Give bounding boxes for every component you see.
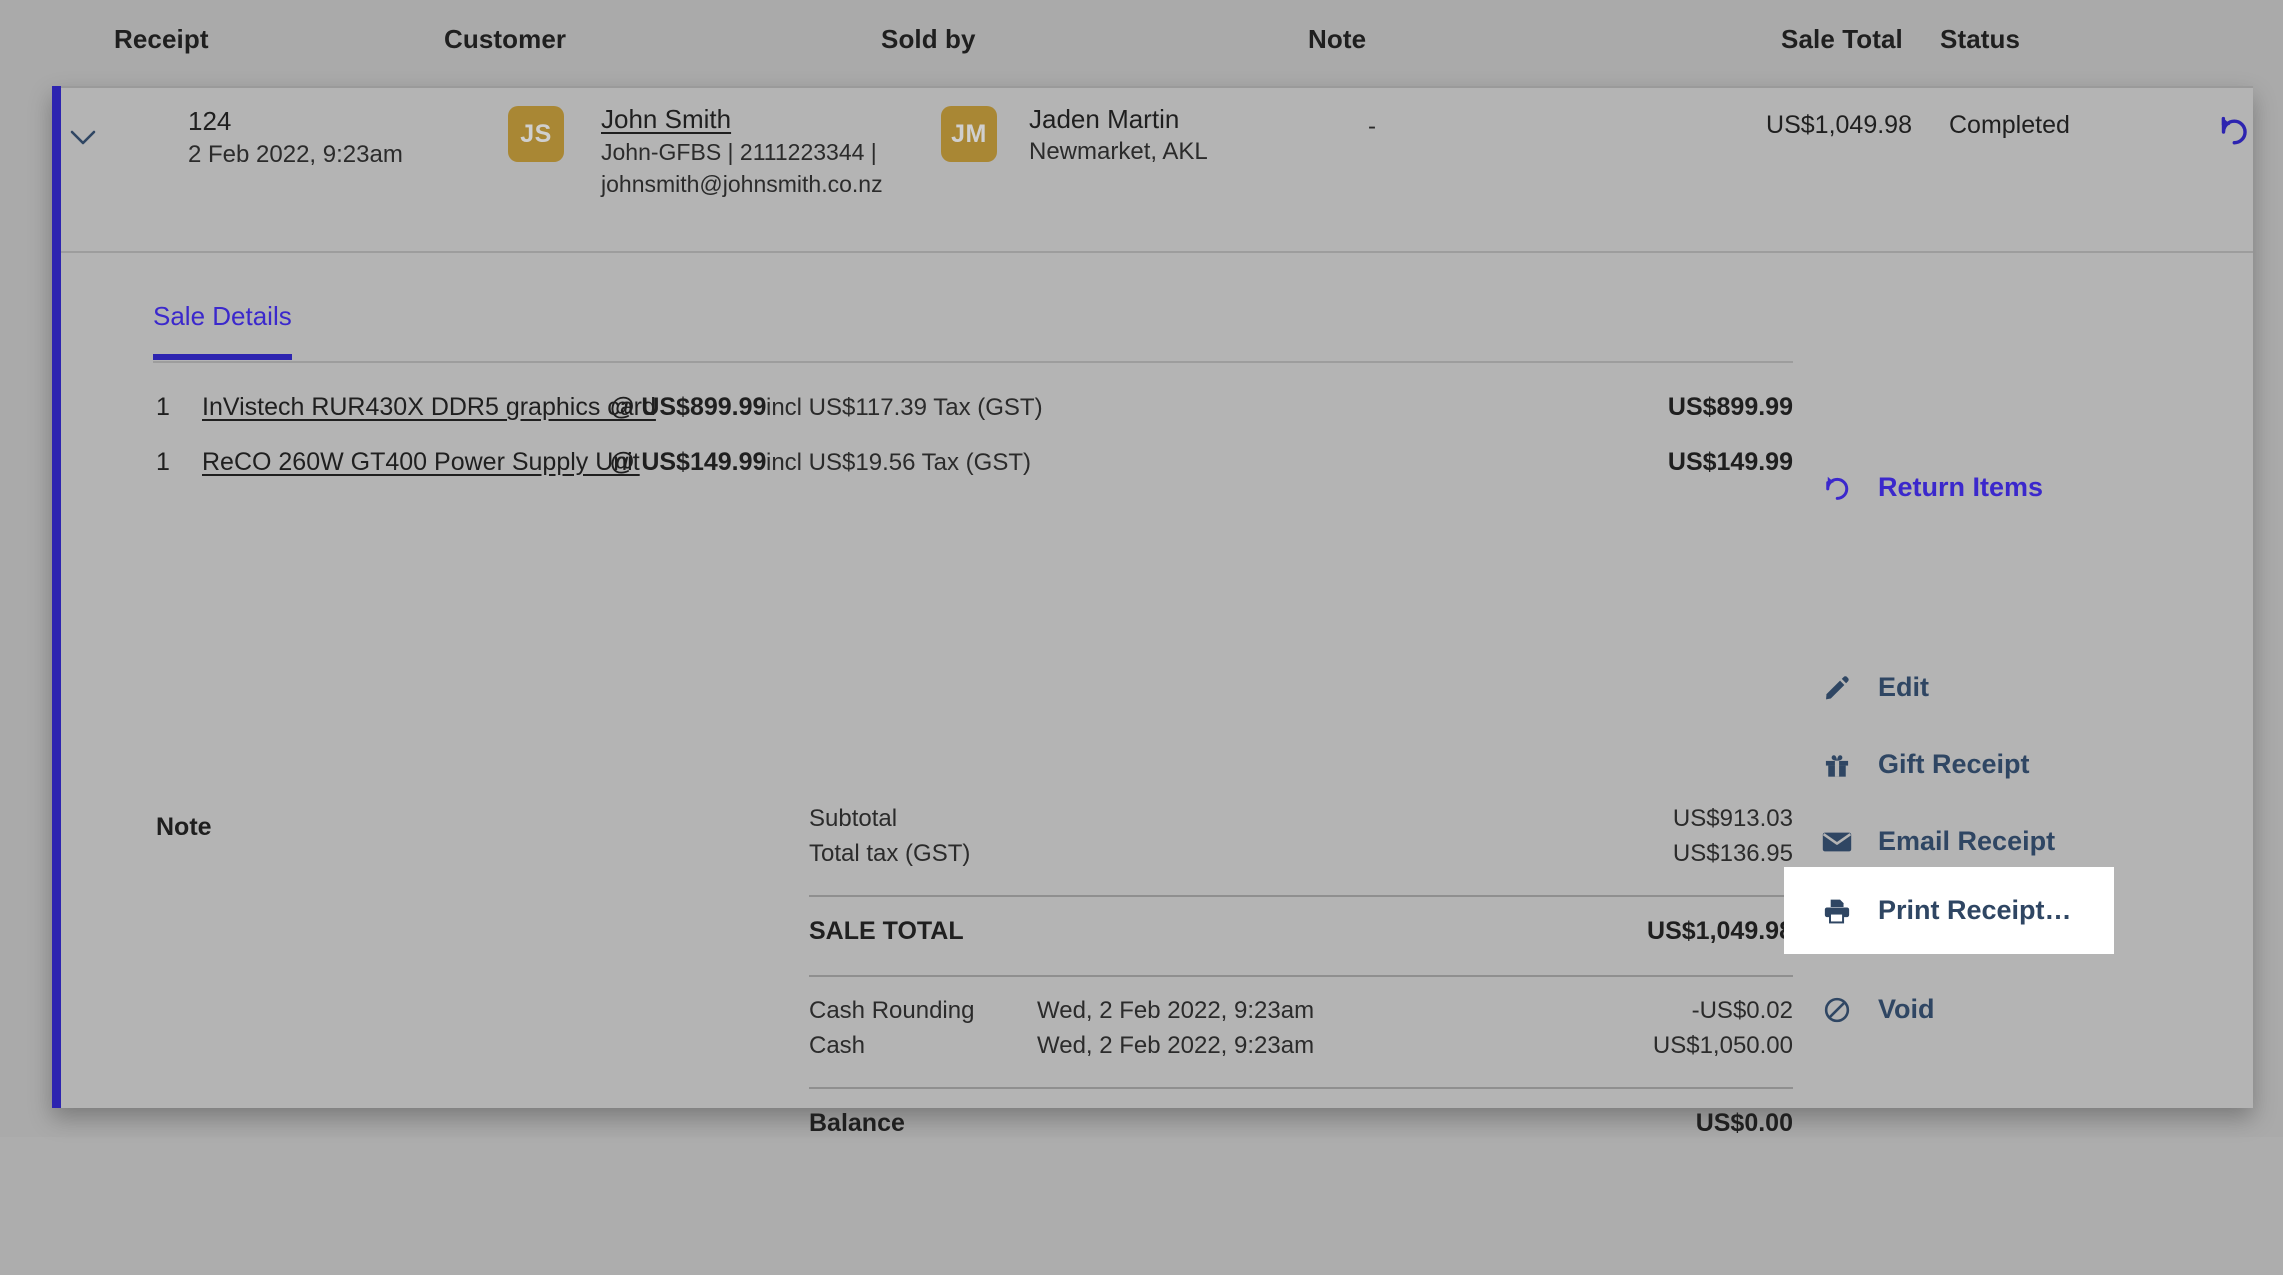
- line-item-row: 1 ReCO 260W GT400 Power Supply Unit @ US…: [153, 448, 1793, 503]
- return-arrow-icon: [1822, 473, 1852, 503]
- line-item-unit-price: @ US$899.99: [610, 393, 766, 422]
- sold-by-avatar: JM: [941, 106, 997, 162]
- tab-sale-details[interactable]: Sale Details: [153, 301, 292, 360]
- note-section-label: Note: [156, 813, 212, 842]
- void-button[interactable]: Void: [1784, 980, 2114, 1039]
- line-item-tax: incl US$117.39 Tax (GST): [766, 394, 1043, 422]
- sold-by-cell: Jaden Martin Newmarket, AKL: [1029, 102, 1208, 168]
- customer-meta-line-2: johnsmith@johnsmith.co.nz: [601, 168, 921, 200]
- sold-by-name: Jaden Martin: [1029, 102, 1208, 136]
- receipt-number: 124: [188, 104, 403, 138]
- card-accent-bar: [52, 86, 61, 1108]
- line-item-unit-price: @ US$149.99: [610, 448, 766, 477]
- tab-bar: Sale Details: [153, 301, 1793, 363]
- column-header-receipt: Receipt: [114, 24, 209, 55]
- print-receipt-label: Print Receipt…: [1878, 895, 2072, 926]
- edit-button[interactable]: Edit: [1784, 658, 2114, 717]
- email-receipt-label: Email Receipt: [1878, 826, 2055, 857]
- gift-receipt-label: Gift Receipt: [1878, 749, 2030, 780]
- subtotal-label: Subtotal: [809, 805, 897, 833]
- line-item-tax: incl US$19.56 Tax (GST): [766, 449, 1031, 477]
- payment-label: Cash: [809, 1032, 865, 1060]
- payment-label: Cash Rounding: [809, 997, 974, 1025]
- void-label: Void: [1878, 994, 1935, 1025]
- line-items-list: 1 InVistech RUR430X DDR5 graphics card @…: [153, 393, 1793, 503]
- table-column-headers: Receipt Customer Sold by Note Sale Total…: [0, 0, 2283, 84]
- customer-name-link[interactable]: John Smith: [601, 102, 921, 136]
- gift-receipt-button[interactable]: Gift Receipt: [1784, 735, 2114, 794]
- payment-row: Cash Wed, 2 Feb 2022, 9:23am US$1,050.00: [809, 1032, 1793, 1067]
- customer-avatar: JS: [508, 106, 564, 162]
- sale-actions-menu: Return Items Edit: [1784, 420, 2253, 1275]
- gift-icon: [1822, 750, 1852, 780]
- column-header-sold-by: Sold by: [881, 24, 976, 55]
- line-item-row: 1 InVistech RUR430X DDR5 graphics card @…: [153, 393, 1793, 448]
- sale-total-label: SALE TOTAL: [809, 917, 964, 946]
- sale-total-row: SALE TOTAL US$1,049.98: [809, 917, 1793, 955]
- balance-divider: [809, 1087, 1793, 1089]
- return-arrow-icon[interactable]: [2213, 110, 2255, 152]
- expanded-sale-card: 124 2 Feb 2022, 9:23am JS John Smith Joh…: [52, 86, 2253, 1108]
- sale-summary-row[interactable]: 124 2 Feb 2022, 9:23am JS John Smith Joh…: [61, 86, 2253, 174]
- line-item-name-link[interactable]: ReCO 260W GT400 Power Supply Unit: [202, 448, 640, 477]
- payment-when: Wed, 2 Feb 2022, 9:23am: [1037, 997, 1314, 1025]
- balance-value: US$0.00: [1696, 1109, 1793, 1138]
- column-header-note: Note: [1308, 24, 1366, 55]
- printer-icon: [1822, 896, 1852, 926]
- line-item-name-link[interactable]: InVistech RUR430X DDR5 graphics card: [202, 393, 656, 422]
- customer-cell: John Smith John-GFBS | 2111223344 | john…: [601, 102, 921, 200]
- note-cell: -: [1368, 113, 1376, 141]
- receipt-date: 2 Feb 2022, 9:23am: [188, 138, 403, 172]
- payment-amount: US$1,050.00: [1653, 1032, 1793, 1060]
- totals-divider: [809, 895, 1793, 897]
- subtotal-value: US$913.03: [1673, 805, 1793, 833]
- pencil-icon: [1822, 673, 1852, 703]
- edit-label: Edit: [1878, 672, 1929, 703]
- status-cell: Completed: [1949, 111, 2070, 140]
- total-tax-value: US$136.95: [1673, 840, 1793, 868]
- email-receipt-button[interactable]: Email Receipt: [1784, 812, 2114, 871]
- column-header-status: Status: [1940, 24, 2020, 55]
- total-tax-label: Total tax (GST): [809, 840, 970, 868]
- line-item-qty: 1: [156, 393, 170, 422]
- receipt-cell: 124 2 Feb 2022, 9:23am: [188, 104, 403, 172]
- subtotal-row: Subtotal US$913.03: [809, 805, 1793, 840]
- return-items-label: Return Items: [1878, 472, 2043, 503]
- column-header-sale-total: Sale Total: [1781, 24, 1903, 55]
- payment-row: Cash Rounding Wed, 2 Feb 2022, 9:23am -U…: [809, 997, 1793, 1032]
- line-item-qty: 1: [156, 448, 170, 477]
- sale-details-panel: Sale Details 1 InVistech RUR430X DDR5 gr…: [61, 253, 2253, 1108]
- balance-label: Balance: [809, 1109, 905, 1138]
- receipts-page: Receipt Customer Sold by Note Sale Total…: [0, 0, 2283, 1137]
- payment-amount: -US$0.02: [1692, 997, 1793, 1025]
- total-tax-row: Total tax (GST) US$136.95: [809, 840, 1793, 875]
- totals-section: Subtotal US$913.03 Total tax (GST) US$13…: [809, 805, 1793, 1147]
- customer-meta-line-1: John-GFBS | 2111223344 |: [601, 136, 921, 168]
- balance-row: Balance US$0.00: [809, 1109, 1793, 1147]
- column-header-customer: Customer: [444, 24, 566, 55]
- payments-divider-top: [809, 975, 1793, 977]
- print-receipt-button[interactable]: Print Receipt…: [1784, 867, 2114, 954]
- prohibited-icon: [1822, 995, 1852, 1025]
- sold-by-location: Newmarket, AKL: [1029, 136, 1208, 168]
- line-item-total: US$149.99: [1668, 448, 1793, 477]
- chevron-down-icon[interactable]: [65, 120, 101, 156]
- sale-total-value: US$1,049.98: [1647, 917, 1793, 946]
- return-items-button[interactable]: Return Items: [1784, 458, 2114, 517]
- payment-when: Wed, 2 Feb 2022, 9:23am: [1037, 1032, 1314, 1060]
- line-item-total: US$899.99: [1668, 393, 1793, 422]
- envelope-icon: [1822, 827, 1852, 857]
- sale-total-cell: US$1,049.98: [1669, 111, 1912, 140]
